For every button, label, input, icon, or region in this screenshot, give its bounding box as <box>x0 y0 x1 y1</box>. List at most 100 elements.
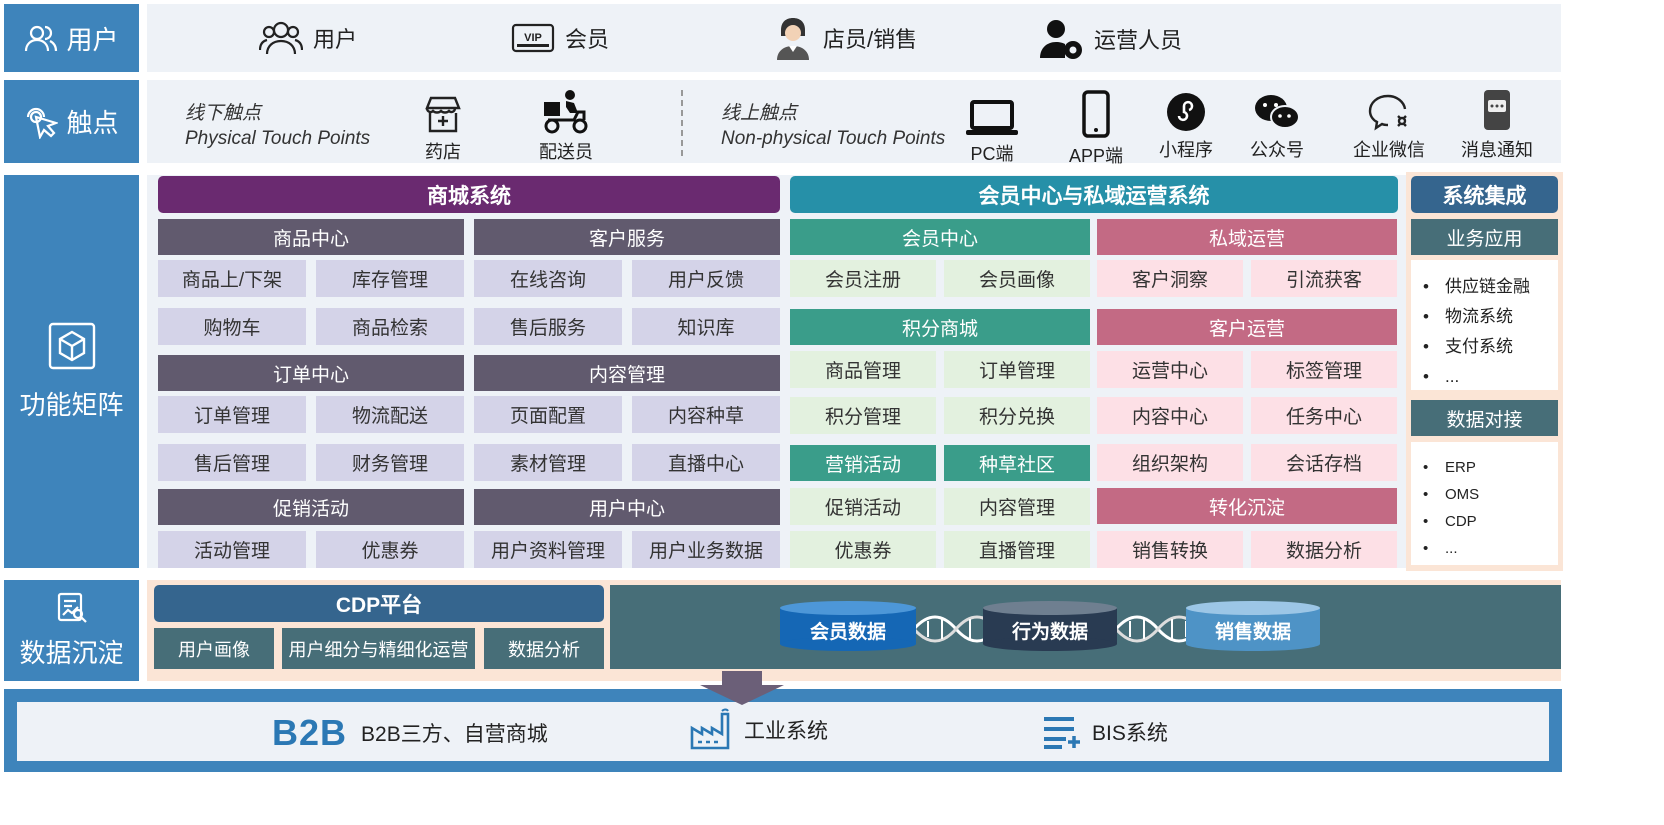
online-title: 线上触点 Non-physical Touch Points <box>721 103 946 149</box>
touchpoint-courier: 配送员 <box>539 88 593 164</box>
bottom-item-b2b: B2B B2B三方、自营商城 <box>272 712 548 753</box>
cell: 运营中心 <box>1097 351 1243 388</box>
user-item-clerk: 店员/销售 <box>773 16 917 60</box>
group-header-community: 种草社区 <box>944 445 1090 481</box>
list-item: ... <box>1411 535 1558 562</box>
group-header-data-integration: 数据对接 <box>1411 400 1558 436</box>
row-label-users: 用户 <box>4 4 139 72</box>
mini-program-icon <box>1167 93 1205 131</box>
cell: 优惠券 <box>790 531 936 568</box>
touchpoint-wechat-official: 公众号 <box>1250 92 1304 162</box>
cell: 用户业务数据 <box>632 531 780 568</box>
cell: 直播中心 <box>632 444 780 481</box>
cell: 会员画像 <box>944 260 1090 297</box>
cell: 售后管理 <box>158 444 306 481</box>
pharmacy-store-icon <box>425 96 461 133</box>
vip-card-icon: VIP <box>511 23 555 53</box>
cell: 用户资料管理 <box>474 531 622 568</box>
list-item: ... <box>1411 362 1558 392</box>
delivery-scooter-icon <box>544 90 588 134</box>
touchpoint-miniprogram: 小程序 <box>1159 92 1213 162</box>
touchpoint-app: APP端 <box>1069 90 1123 168</box>
row-label-data: 数据沉淀 <box>4 580 139 681</box>
list-plus-icon <box>1044 717 1080 749</box>
b2b-logo: B2B <box>272 712 348 753</box>
cube-icon <box>48 322 95 370</box>
svg-text:VIP: VIP <box>524 32 542 44</box>
integration-header: 系统集成 <box>1411 176 1558 213</box>
mall-system-header: 商城系统 <box>158 176 780 213</box>
users-icon <box>259 21 303 55</box>
business-apps-list: 供应链金融 物流系统 支付系统 ... <box>1411 260 1558 392</box>
db-label-behavior: 行为数据 <box>1011 621 1088 643</box>
group-header-business-apps: 业务应用 <box>1411 219 1558 255</box>
cell: 会员注册 <box>790 260 936 297</box>
row-label-matrix: 功能矩阵 <box>4 175 139 568</box>
cell: 商品检索 <box>316 308 464 345</box>
cell: 用户反馈 <box>632 260 780 297</box>
group-header-user-center: 用户中心 <box>474 489 780 525</box>
cell: 商品上/下架 <box>158 260 306 297</box>
touchpoint-pharmacy: 药店 <box>423 94 463 164</box>
cell: 标签管理 <box>1251 351 1397 388</box>
list-item: OMS <box>1411 481 1558 508</box>
group-header-promotion: 促销活动 <box>158 489 464 525</box>
cell: 素材管理 <box>474 444 622 481</box>
user-item-users: 用户 <box>259 18 357 58</box>
group-header-points-mall: 积分商城 <box>790 309 1090 345</box>
data-store-panel: 会员数据 行为数据 销售数据 <box>610 585 1561 669</box>
cell: 活动管理 <box>158 531 306 568</box>
cell: 商品管理 <box>790 351 936 388</box>
group-header-conversion: 转化沉淀 <box>1097 488 1397 524</box>
cell: 引流获客 <box>1251 260 1397 297</box>
users-icon <box>25 25 58 52</box>
cell: 优惠券 <box>316 531 464 568</box>
touchpoint-pc: PC端 <box>965 100 1019 166</box>
cell: 任务中心 <box>1251 397 1397 434</box>
cell: 知识库 <box>632 308 780 345</box>
touchpoints-band: 线下触点 Physical Touch Points 药店 配送员 线上触点 N… <box>147 80 1561 166</box>
cell: 订单管理 <box>158 396 306 433</box>
cell: 会话存档 <box>1251 444 1397 481</box>
group-header-member-center: 会员中心 <box>790 219 1090 255</box>
mobile-phone-icon <box>1082 90 1110 138</box>
cell: 积分管理 <box>790 397 936 434</box>
cell: 库存管理 <box>316 260 464 297</box>
group-header-customer-ops: 客户运营 <box>1097 309 1397 345</box>
user-item-operator: 运营人员 <box>1040 18 1182 60</box>
list-item: ERP <box>1411 454 1558 481</box>
user-item-member: VIP 会员 <box>511 18 609 58</box>
users-band: 用户 VIP 会员 店员/销售 运营人员 <box>147 4 1561 72</box>
offline-title: 线下触点 Physical Touch Points <box>185 103 371 149</box>
cell: 在线咨询 <box>474 260 622 297</box>
cell: 售后服务 <box>474 308 622 345</box>
operator-icon <box>1040 20 1082 59</box>
cell: 财务管理 <box>316 444 464 481</box>
list-item: CDP <box>1411 508 1558 535</box>
cell: 内容种草 <box>632 396 780 433</box>
cdp-cell: 用户画像 <box>154 628 274 669</box>
cell: 促销活动 <box>790 488 936 525</box>
group-header-marketing: 营销活动 <box>790 445 936 481</box>
cell: 购物车 <box>158 308 306 345</box>
cdp-platform-header: CDP平台 <box>154 585 604 622</box>
group-header-content-management: 内容管理 <box>474 355 780 391</box>
touchpoint-wecom: 企业微信 <box>1353 92 1425 162</box>
arrow-down-icon <box>700 671 784 705</box>
wecom-icon <box>1368 94 1407 131</box>
cell: 客户洞察 <box>1097 260 1243 297</box>
row-label-touchpoints: 触点 <box>4 80 139 163</box>
touchpoint-notification: 消息通知 <box>1461 88 1533 162</box>
group-header-order-center: 订单中心 <box>158 355 464 391</box>
cell: 数据分析 <box>1251 531 1397 568</box>
cell: 页面配置 <box>474 396 622 433</box>
member-system-header: 会员中心与私域运营系统 <box>790 176 1398 213</box>
wechat-icon <box>1255 95 1300 129</box>
data-report-icon <box>57 592 87 623</box>
db-label-member: 会员数据 <box>809 621 886 643</box>
cell: 内容中心 <box>1097 397 1243 434</box>
factory-icon <box>690 708 730 750</box>
cdp-cell: 数据分析 <box>484 628 604 669</box>
touch-icon <box>27 107 59 139</box>
cell: 内容管理 <box>944 488 1090 525</box>
